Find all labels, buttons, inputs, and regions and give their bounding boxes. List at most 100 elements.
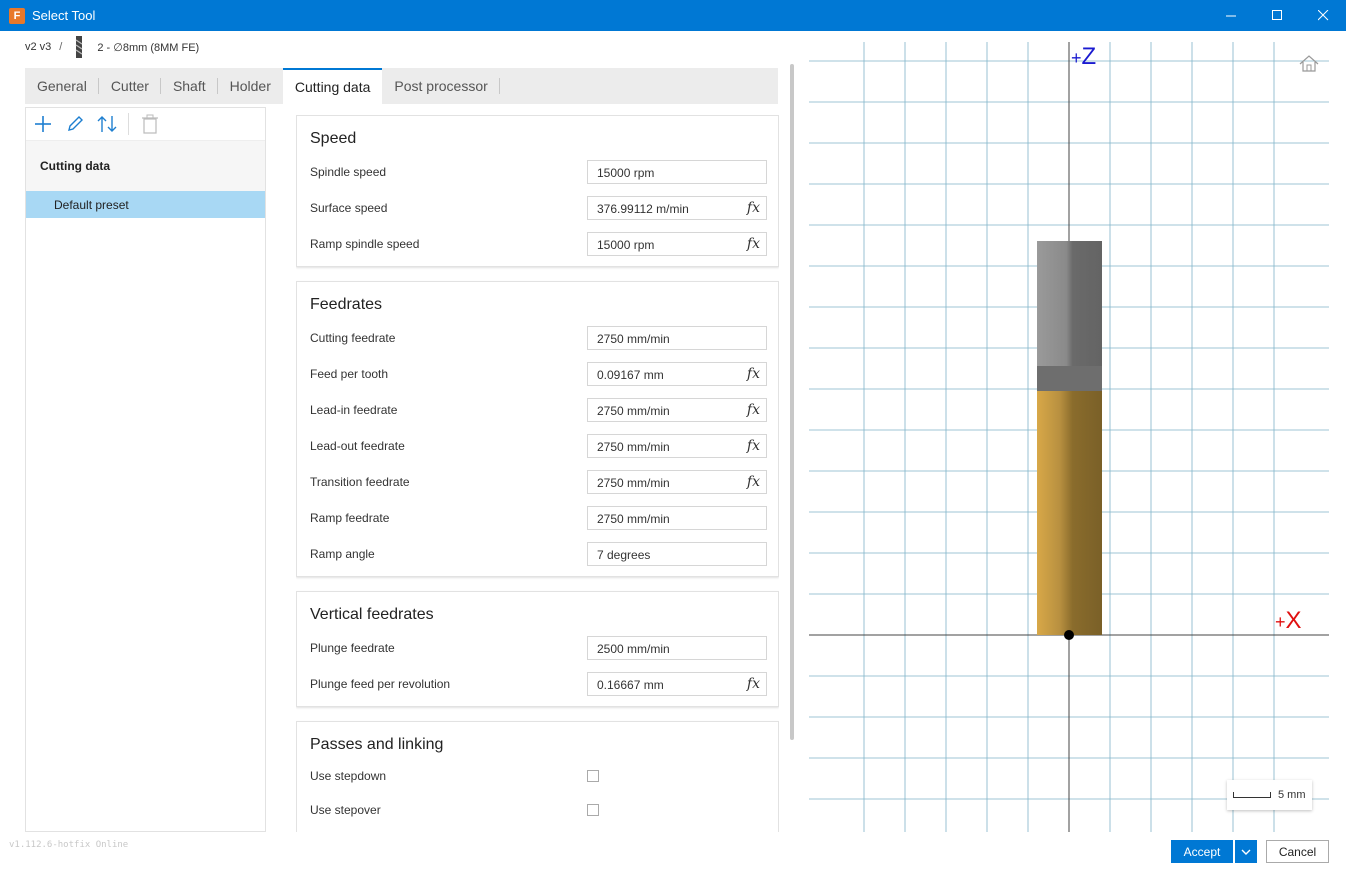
pencil-icon xyxy=(68,116,83,131)
tab-cutter[interactable]: Cutter xyxy=(99,68,161,104)
ramp-angle-input[interactable]: 7 degrees xyxy=(587,542,767,566)
field-value: 2750 mm/min xyxy=(597,476,670,490)
accept-dropdown-button[interactable] xyxy=(1235,840,1257,863)
tool-cutter-shape xyxy=(1037,391,1102,635)
z-axis-label: +Z xyxy=(1071,43,1096,70)
field-label: Feed per tooth xyxy=(310,367,389,381)
breadcrumb-tool: 2 - ∅8mm (8MM FE) xyxy=(97,41,200,54)
x-axis-label: +X xyxy=(1275,607,1302,634)
field-label: Plunge feed per revolution xyxy=(310,677,451,691)
scale-bar xyxy=(1233,792,1271,798)
transition-feedrate-input[interactable]: 2750 mm/min fx xyxy=(587,470,767,494)
field-label: Transition feedrate xyxy=(310,475,410,489)
feed-per-tooth-input[interactable]: 0.09167 mm fx xyxy=(587,362,767,386)
formula-icon[interactable]: fx xyxy=(747,200,760,216)
field-value: 0.09167 mm xyxy=(597,368,664,382)
surface-speed-input[interactable]: 376.99112 m/min fx xyxy=(587,196,767,220)
feedrates-section: Feedrates Cutting feedrate 2750 mm/min Fe… xyxy=(296,281,779,577)
edit-preset-button[interactable] xyxy=(64,113,86,135)
field-label: Cutting feedrate xyxy=(310,331,396,345)
accept-button[interactable]: Accept xyxy=(1171,840,1233,863)
formula-icon[interactable]: fx xyxy=(747,474,760,490)
use-stepover-checkbox[interactable] xyxy=(587,804,599,816)
spindle-speed-input[interactable]: 15000 rpm xyxy=(587,160,767,184)
formula-icon[interactable]: fx xyxy=(747,438,760,454)
plus-icon xyxy=(35,116,51,132)
tab-post-processor[interactable]: Post processor xyxy=(382,68,500,104)
tab-label: Post processor xyxy=(394,78,488,94)
field-label: Lead-out feedrate xyxy=(310,439,405,453)
reorder-preset-button[interactable] xyxy=(96,113,118,135)
breadcrumb: v2 v3 / 2 - ∅8mm (8MM FE) xyxy=(25,36,199,58)
tool-preview-viewport[interactable]: +Z +X xyxy=(809,42,1329,832)
plunge-feedrate-input[interactable]: 2500 mm/min xyxy=(587,636,767,660)
field-label: Ramp angle xyxy=(310,547,375,561)
field-label: Spindle speed xyxy=(310,165,387,179)
field-plunge-feedrate: Plunge feedrate 2500 mm/min xyxy=(297,630,778,666)
home-view-icon[interactable] xyxy=(1299,55,1319,72)
formula-icon[interactable]: fx xyxy=(747,236,760,252)
close-icon xyxy=(1317,10,1328,21)
tab-cutting-data[interactable]: Cutting data xyxy=(282,68,383,104)
field-value: 376.99112 m/min xyxy=(597,202,689,216)
tab-label: Holder xyxy=(229,78,271,94)
field-label: Surface speed xyxy=(310,201,388,215)
scale-label: 5 mm xyxy=(1278,789,1306,801)
field-label: Plunge feedrate xyxy=(310,641,395,655)
tab-label: Cutter xyxy=(110,78,149,94)
version-label: v1.112.6-hotfix Online xyxy=(9,840,129,850)
preset-panel: Cutting data Default preset xyxy=(25,107,266,832)
tool-holder-shape xyxy=(1037,241,1102,366)
title-bar: F Select Tool xyxy=(0,0,1346,31)
tab-holder[interactable]: Holder xyxy=(218,68,283,104)
field-use-stepover: Use stepover xyxy=(297,792,778,828)
passes-linking-section: Passes and linking Use stepdown Use step… xyxy=(296,721,779,832)
field-ramp-spindle-speed: Ramp spindle speed 15000 rpm fx xyxy=(297,226,778,262)
tab-label: Shaft xyxy=(172,78,206,94)
maximize-button[interactable] xyxy=(1254,0,1300,31)
minimize-icon xyxy=(1225,15,1236,17)
field-lead-out-feedrate: Lead-out feedrate 2750 mm/min fx xyxy=(297,428,778,464)
tab-shaft[interactable]: Shaft xyxy=(161,68,218,104)
use-stepdown-checkbox[interactable] xyxy=(587,770,599,782)
preset-list-item[interactable]: Default preset xyxy=(26,191,265,218)
close-button[interactable] xyxy=(1300,0,1346,31)
field-transition-feedrate: Transition feedrate 2750 mm/min fx xyxy=(297,464,778,500)
tab-bar: General Cutter Shaft Holder Cutting data… xyxy=(25,68,778,104)
field-feed-per-tooth: Feed per tooth 0.09167 mm fx xyxy=(297,356,778,392)
field-value: 0.16667 mm xyxy=(597,678,664,692)
formula-icon[interactable]: fx xyxy=(747,402,760,418)
minimize-button[interactable] xyxy=(1208,0,1254,31)
vertical-feedrates-section: Vertical feedrates Plunge feedrate 2500 m… xyxy=(296,591,779,707)
tab-label: Cutting data xyxy=(294,79,371,95)
lead-in-feedrate-input[interactable]: 2750 mm/min fx xyxy=(587,398,767,422)
formula-icon[interactable]: fx xyxy=(747,676,760,692)
cancel-button[interactable]: Cancel xyxy=(1266,840,1329,863)
field-ramp-angle: Ramp angle 7 degrees xyxy=(297,536,778,572)
field-cutting-feedrate: Cutting feedrate 2750 mm/min xyxy=(297,320,778,356)
field-plunge-feed-per-revolution: Plunge feed per revolution 0.16667 mm fx xyxy=(297,666,778,702)
field-use-stepdown: Use stepdown xyxy=(297,760,778,792)
trash-icon xyxy=(142,114,158,134)
field-label: Ramp feedrate xyxy=(310,511,390,525)
delete-preset-button[interactable] xyxy=(139,113,161,135)
preset-list-heading: Cutting data xyxy=(26,141,265,191)
ramp-spindle-speed-input[interactable]: 15000 rpm fx xyxy=(587,232,767,256)
lead-out-feedrate-input[interactable]: 2750 mm/min fx xyxy=(587,434,767,458)
add-preset-button[interactable] xyxy=(32,113,54,135)
ramp-feedrate-input[interactable]: 2750 mm/min xyxy=(587,506,767,530)
breadcrumb-version[interactable]: v2 v3 xyxy=(25,41,51,53)
section-title: Speed xyxy=(310,130,357,147)
field-label: Lead-in feedrate xyxy=(310,403,398,417)
cutting-feedrate-input[interactable]: 2750 mm/min xyxy=(587,326,767,350)
endmill-icon xyxy=(76,36,83,58)
tab-general[interactable]: General xyxy=(25,68,99,104)
field-ramp-feedrate: Ramp feedrate 2750 mm/min xyxy=(297,500,778,536)
form-scrollbar[interactable] xyxy=(790,64,794,740)
section-title: Vertical feedrates xyxy=(310,606,434,623)
plunge-feed-per-revolution-input[interactable]: 0.16667 mm fx xyxy=(587,672,767,696)
cutting-data-form: Speed Spindle speed 15000 rpm Surface spe… xyxy=(296,115,779,832)
field-value: 2750 mm/min xyxy=(597,404,670,418)
maximize-icon xyxy=(1271,10,1282,20)
formula-icon[interactable]: fx xyxy=(747,366,760,382)
